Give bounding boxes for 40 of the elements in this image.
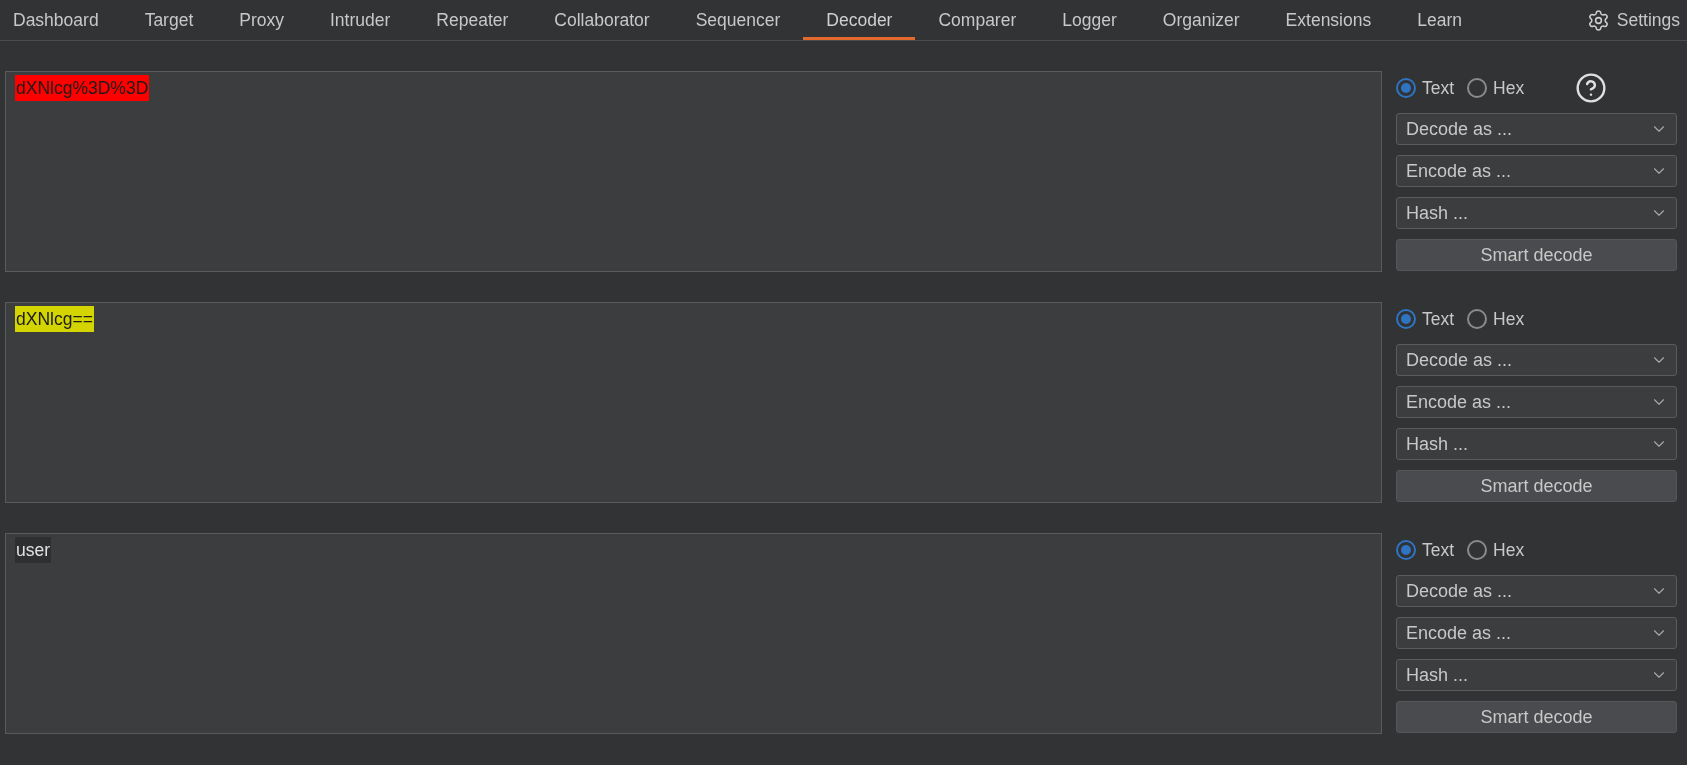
radio-option[interactable]: Hex [1467,74,1525,102]
dropdown[interactable]: Decode as ... [1396,344,1677,376]
tab[interactable]: Proxy [216,0,307,40]
dropdown[interactable]: Hash ... [1396,659,1677,691]
dropdown[interactable]: Decode as ... [1396,113,1677,145]
tab[interactable]: Organizer [1139,0,1263,40]
radio-option[interactable]: Hex [1467,305,1525,333]
dropdown[interactable]: Hash ... [1396,197,1677,229]
tab[interactable]: Extensions [1262,0,1395,40]
radio-option[interactable]: Hex [1467,536,1525,564]
tab[interactable]: Learn [1394,0,1485,40]
settings-icon [1586,8,1610,32]
tab[interactable]: Dashboard [0,0,122,40]
smart-decode-button[interactable]: Smart decode [1396,470,1677,502]
settings-button[interactable]: Settings [1586,0,1680,40]
tab[interactable]: Intruder [307,0,414,40]
tab[interactable]: Target [121,0,217,40]
dropdown[interactable]: Encode as ... [1396,155,1677,187]
tab[interactable]: Decoder [803,0,916,40]
tab[interactable]: Collaborator [531,0,673,40]
editor-text: dXNlcg== [15,306,94,332]
smart-decode-button[interactable]: Smart decode [1396,701,1677,733]
tab[interactable]: Logger [1039,0,1140,40]
radio-option[interactable]: Text [1396,74,1455,102]
dropdown[interactable]: Encode as ... [1396,617,1677,649]
tab[interactable]: Comparer [915,0,1040,40]
radio-option[interactable]: Text [1396,305,1455,333]
text-editor-field[interactable]: user [5,533,1382,734]
text-editor-field[interactable]: dXNlcg== [5,302,1382,503]
editor-text: dXNlcg%3D%3D [15,75,150,101]
text-editor-field[interactable]: dXNlcg%3D%3D [5,71,1382,272]
radio-option[interactable]: Text [1396,536,1455,564]
tab[interactable]: Repeater [413,0,532,40]
editor-text: user [15,537,52,563]
dropdown[interactable]: Hash ... [1396,428,1677,460]
dropdown[interactable]: Encode as ... [1396,386,1677,418]
smart-decode-button[interactable]: Smart decode [1396,239,1677,271]
tab[interactable]: Sequencer [672,0,804,40]
dropdown[interactable]: Decode as ... [1396,575,1677,607]
help-icon[interactable] [1575,72,1608,104]
